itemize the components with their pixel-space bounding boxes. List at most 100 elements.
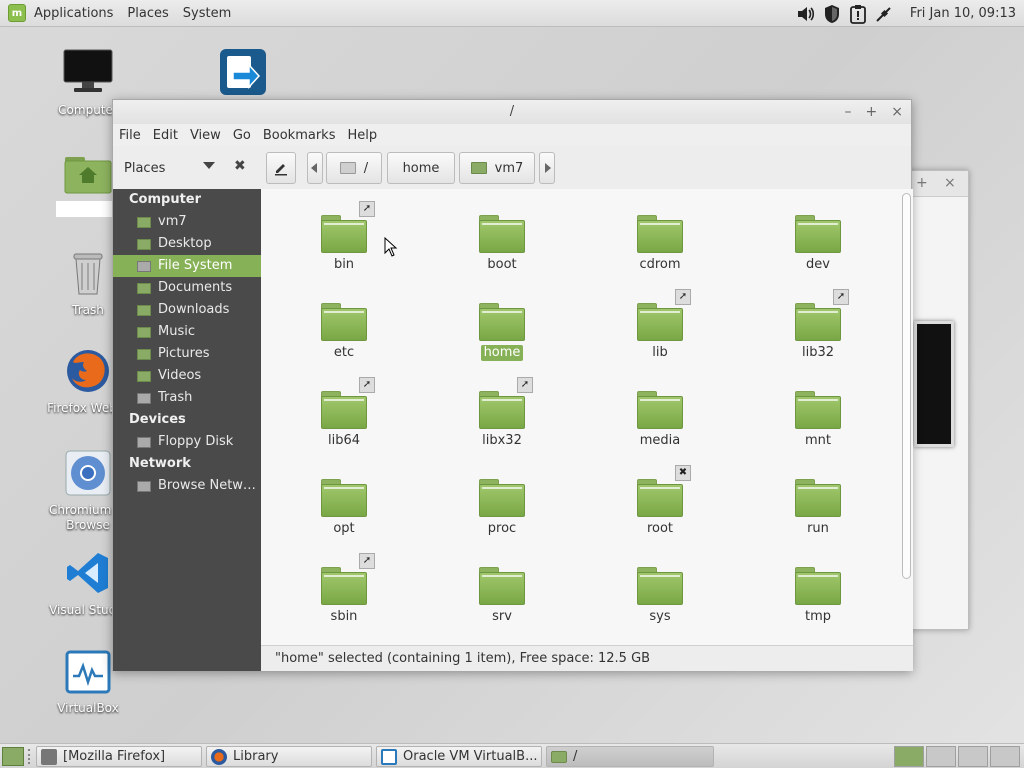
folder-item-label: root: [646, 521, 674, 536]
toggle-location-button[interactable]: [266, 152, 296, 184]
monitor-icon: [38, 48, 138, 99]
minimize-button[interactable]: –: [845, 100, 852, 124]
folder-icon: [637, 391, 683, 429]
task-label: Library: [233, 749, 279, 764]
folder-item-lib[interactable]: ➚ lib: [605, 289, 715, 361]
breadcrumb-back-arrow[interactable]: [307, 152, 323, 184]
sidebar-item-pictures[interactable]: Pictures: [113, 343, 261, 365]
task-library[interactable]: Library: [206, 746, 372, 767]
shield-icon[interactable]: [822, 4, 842, 24]
breadcrumb-root[interactable]: /: [326, 152, 382, 184]
places-menu[interactable]: Places: [127, 6, 168, 21]
pencil-icon: [275, 164, 287, 176]
background-window-content: [914, 321, 954, 447]
mouse-pointer-icon: [384, 237, 398, 257]
places-selector[interactable]: Places ✖: [113, 146, 261, 190]
folder-item-tmp[interactable]: tmp: [763, 567, 873, 625]
menu-file[interactable]: File: [119, 128, 147, 143]
breadcrumb-vm7[interactable]: vm7: [459, 152, 535, 184]
folder-item-label: lib64: [327, 433, 361, 448]
desktop-icon-freefilesync[interactable]: [193, 48, 293, 103]
window-titlebar[interactable]: / – + ×: [113, 100, 911, 124]
file-view[interactable]: ➚ bin boot cdrom dev etc home ➚ lib ➚ lib32 ➚ lib64 ➚…: [261, 189, 913, 645]
sidebar-item-downloads[interactable]: Downloads: [113, 299, 261, 321]
sidebar-item-file-system[interactable]: File System: [113, 255, 261, 277]
task-firefox[interactable]: [Mozilla Firefox]: [36, 746, 202, 767]
folder-item-etc[interactable]: etc: [289, 303, 399, 361]
menu-bookmarks[interactable]: Bookmarks: [263, 128, 342, 143]
sidebar-item-label: Music: [158, 324, 195, 339]
sidebar-item-desktop[interactable]: Desktop: [113, 233, 261, 255]
sidebar-item-label: Trash: [158, 390, 193, 405]
sidebar-item-vm7[interactable]: vm7: [113, 211, 261, 233]
folder-item-boot[interactable]: boot: [447, 215, 557, 273]
folder-icon: ➚: [321, 377, 375, 429]
menu-edit[interactable]: Edit: [153, 128, 184, 143]
folder-item-label: cdrom: [639, 257, 681, 272]
close-button[interactable]: ×: [891, 100, 903, 124]
sidebar-item-label: Floppy Disk: [158, 434, 234, 449]
folder-item-lib64[interactable]: ➚ lib64: [289, 377, 399, 449]
task-file-manager[interactable]: /: [546, 746, 714, 767]
menu-help[interactable]: Help: [347, 128, 383, 143]
background-close-button[interactable]: ×: [944, 175, 956, 191]
background-maximize-button[interactable]: +: [916, 175, 928, 191]
folder-item-run[interactable]: run: [763, 479, 873, 537]
top-panel: m Applications Places System Fri Jan 10,…: [0, 0, 1024, 27]
workspace-2[interactable]: [926, 746, 956, 767]
folder-item-dev[interactable]: dev: [763, 215, 873, 273]
folder-item-proc[interactable]: proc: [447, 479, 557, 537]
sidebar-item-floppy-disk[interactable]: Floppy Disk: [113, 431, 261, 453]
folder-item-libx32[interactable]: ➚ libx32: [447, 377, 557, 449]
network-icon[interactable]: [874, 4, 894, 24]
no-access-emblem-icon: ✖: [675, 465, 691, 481]
folder-item-sbin[interactable]: ➚ sbin: [289, 553, 399, 625]
videos-folder-icon: [137, 370, 151, 382]
workspace-1[interactable]: [894, 746, 924, 767]
volume-icon[interactable]: [796, 4, 816, 24]
dropdown-arrow-icon[interactable]: [203, 162, 215, 169]
folder-icon: [795, 479, 841, 517]
sidebar-item-trash[interactable]: Trash: [113, 387, 261, 409]
clock[interactable]: Fri Jan 10, 09:13: [910, 6, 1016, 21]
task-virtualbox[interactable]: Oracle VM VirtualB...: [376, 746, 542, 767]
menu-bar: File Edit View Go Bookmarks Help: [113, 124, 911, 146]
applications-menu[interactable]: Applications: [34, 6, 113, 21]
folder-item-bin[interactable]: ➚ bin: [289, 201, 399, 273]
sidebar-item-videos[interactable]: Videos: [113, 365, 261, 387]
folder-item-label: bin: [333, 257, 355, 272]
sidebar-item-music[interactable]: Music: [113, 321, 261, 343]
music-folder-icon: [137, 326, 151, 338]
workspace-3[interactable]: [958, 746, 988, 767]
folder-item-sys[interactable]: sys: [605, 567, 715, 625]
folder-item-home[interactable]: home: [447, 303, 557, 361]
background-window[interactable]: + ×: [905, 170, 969, 630]
folder-icon: ➚: [479, 377, 533, 429]
mint-menu-icon[interactable]: m: [8, 4, 26, 22]
folder-icon: [479, 567, 525, 605]
folder-item-cdrom[interactable]: cdrom: [605, 215, 715, 273]
sidebar-item-label: vm7: [158, 214, 187, 229]
task-label: Oracle VM VirtualB...: [403, 749, 538, 764]
maximize-button[interactable]: +: [866, 100, 878, 124]
folder-item-root[interactable]: ✖ root: [605, 465, 715, 537]
vertical-scrollbar[interactable]: [902, 193, 911, 579]
close-sidebar-icon[interactable]: ✖: [234, 158, 246, 174]
menu-go[interactable]: Go: [233, 128, 257, 143]
folder-item-lib32[interactable]: ➚ lib32: [763, 289, 873, 361]
folder-item-srv[interactable]: srv: [447, 567, 557, 625]
sidebar-item-label: Videos: [158, 368, 202, 383]
sidebar-item-browse-network[interactable]: Browse Netw…: [113, 475, 261, 497]
breadcrumb-home[interactable]: home: [387, 152, 455, 184]
breadcrumb-forward-arrow[interactable]: [539, 152, 555, 184]
workspace-4[interactable]: [990, 746, 1020, 767]
sidebar-item-documents[interactable]: Documents: [113, 277, 261, 299]
folder-item-opt[interactable]: opt: [289, 479, 399, 537]
folder-item-mnt[interactable]: mnt: [763, 391, 873, 449]
show-desktop-icon[interactable]: [2, 747, 24, 766]
symlink-emblem-icon: ➚: [517, 377, 533, 393]
system-menu[interactable]: System: [183, 6, 231, 21]
update-icon[interactable]: [848, 4, 868, 24]
folder-item-media[interactable]: media: [605, 391, 715, 449]
menu-view[interactable]: View: [190, 128, 227, 143]
